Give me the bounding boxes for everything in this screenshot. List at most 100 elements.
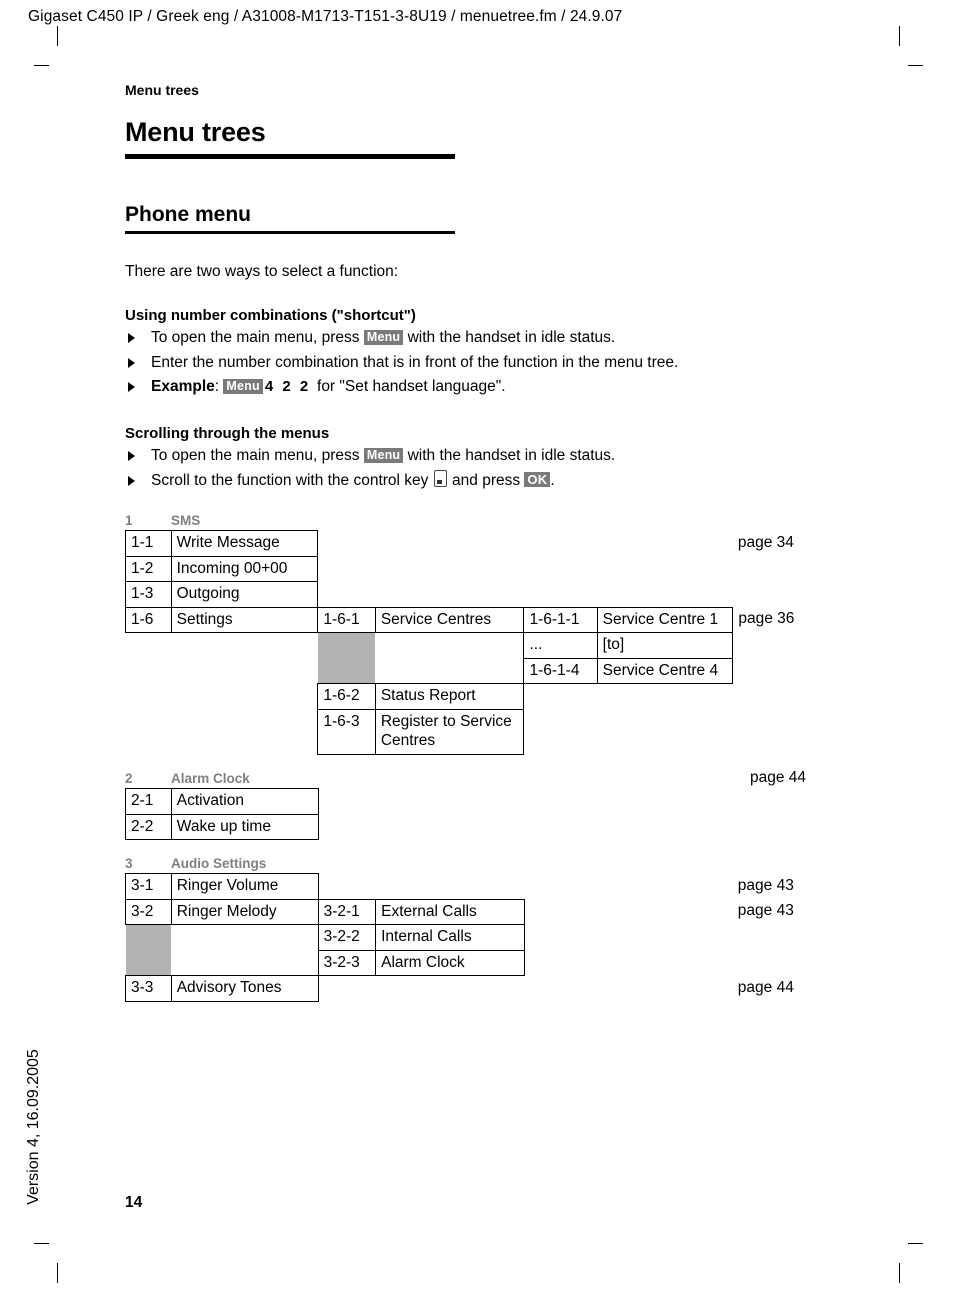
table-row[interactable]: 1-3 Outgoing	[125, 581, 825, 608]
empty-cell	[319, 788, 377, 814]
empty-cell	[376, 814, 525, 840]
page-reference	[733, 950, 825, 976]
empty-cell	[375, 556, 524, 582]
submenu-code: 1-6-1	[317, 606, 376, 634]
table-row[interactable]: 1-6 Settings 1-6-1 Service Centres 1-6-1…	[125, 606, 825, 634]
triangle-bullet-icon	[128, 333, 135, 344]
example-colon: :	[214, 378, 224, 396]
section-number: 1	[125, 513, 133, 529]
crop-mark-top-right-h	[908, 65, 923, 66]
scrolling-bullet-list: To open the main menu, press Menu with t…	[125, 444, 825, 493]
page-reference	[733, 925, 825, 951]
crop-mark-top-right	[899, 26, 900, 46]
triangle-bullet-icon	[128, 451, 135, 462]
page-reference	[733, 582, 825, 608]
gray-spacer-cell	[125, 924, 172, 976]
empty-cell	[171, 658, 318, 684]
empty-cell	[318, 874, 376, 900]
empty-cell	[598, 899, 733, 925]
control-key-icon[interactable]	[433, 469, 447, 487]
triangle-bullet-icon	[128, 382, 135, 393]
menu-code: 3-1	[125, 873, 172, 900]
submenu-code: 3-2-1	[317, 898, 377, 926]
gray-spacer-cell	[317, 632, 376, 684]
table-row[interactable]: 1-1 Write Message page 34	[125, 530, 825, 557]
submenu-code: 1-6-2	[317, 683, 376, 710]
menu-key-badge[interactable]: Menu	[363, 448, 404, 464]
shortcut-bullet-list: To open the main menu, press Menu with t…	[125, 326, 825, 399]
section-number: 2	[125, 770, 133, 786]
menu-label: Ringer Volume	[170, 873, 319, 900]
running-head: Menu trees	[125, 82, 199, 98]
empty-cell	[525, 788, 598, 814]
menu-key-badge[interactable]: Menu	[223, 379, 263, 395]
table-row[interactable]: 1-6-2 Status Report	[126, 683, 825, 710]
example-label: Example	[151, 378, 215, 396]
empty-cell	[375, 633, 524, 684]
empty-cell	[376, 976, 525, 1002]
empty-cell	[598, 788, 734, 814]
empty-cell	[171, 709, 318, 754]
empty-cell	[318, 976, 376, 1002]
section-page-ref: page 44	[750, 768, 807, 786]
subsubmenu-label: Service Centre 1	[596, 606, 734, 634]
intro-paragraph: There are two ways to select a function:	[125, 262, 399, 280]
empty-cell	[171, 684, 318, 710]
page-reference: page 43	[737, 902, 794, 920]
table-row[interactable]: 3-3 Advisory Tones page 44	[125, 975, 825, 1002]
empty-cell	[171, 633, 318, 659]
triangle-bullet-icon	[128, 357, 135, 368]
empty-cell	[524, 976, 597, 1002]
scrolling-heading: Scrolling through the menus	[125, 424, 330, 442]
submenu-label: Service Centres	[374, 606, 525, 634]
empty-cell	[525, 814, 598, 840]
menu-label: Outgoing	[170, 581, 319, 608]
section-name: Alarm Clock	[171, 770, 250, 786]
menu-code: 2-2	[125, 813, 172, 841]
version-sidebar-text: Version 4, 16.09.2005	[25, 1049, 42, 1205]
menu-code: 3-3	[125, 975, 172, 1002]
page-reference: page 44	[737, 978, 794, 996]
bullet-text-mid: and press	[447, 471, 525, 489]
menu-label: Incoming 00+00	[170, 555, 319, 583]
page-reference: page 36	[738, 610, 795, 628]
empty-cell	[598, 976, 733, 1002]
page-reference	[733, 684, 825, 710]
empty-cell	[318, 582, 375, 608]
menu-label: Settings	[170, 606, 319, 634]
empty-cell	[376, 788, 525, 814]
submenu-label: External Calls	[375, 898, 525, 926]
page-content: Menu trees Phone menu There are two ways…	[125, 117, 826, 1002]
shortcut-heading: Using number combinations ("shortcut")	[125, 306, 416, 324]
page-title: Menu trees	[125, 117, 266, 147]
empty-cell	[597, 684, 733, 710]
table-row[interactable]: 3-1 Ringer Volume page 43	[125, 873, 825, 900]
section-name: Audio Settings	[171, 856, 267, 872]
page-reference: page 34	[737, 533, 794, 551]
table-row[interactable]: ... [to]	[126, 632, 825, 684]
list-item: To open the main menu, press Menu with t…	[125, 326, 825, 350]
ok-key-badge[interactable]: OK	[524, 471, 551, 487]
menu-code: 1-3	[125, 581, 172, 608]
list-item: Scroll to the function with the control …	[125, 469, 825, 493]
empty-cell	[597, 531, 733, 557]
table-row[interactable]: 3-2-2 Internal Calls	[125, 924, 825, 976]
submenu-label: Status Report	[374, 683, 525, 710]
table-row[interactable]: 2-2 Wake up time	[125, 813, 826, 841]
table-row[interactable]: 2-1 Activation	[125, 787, 826, 815]
menu-key-badge[interactable]: Menu	[363, 330, 404, 346]
bullet-text-prefix: Enter the number combination that is in …	[151, 353, 679, 371]
empty-cell	[375, 582, 524, 608]
table-row[interactable]: 1-2 Incoming 00+00	[125, 555, 825, 583]
table-row[interactable]: 1-6-3 Register to Service Centres	[126, 708, 825, 755]
submenu-label: Register to Service Centres	[374, 708, 525, 755]
empty-cell	[524, 950, 597, 976]
empty-cell	[318, 556, 375, 582]
empty-cell	[171, 925, 318, 976]
table-row[interactable]: 3-2 Ringer Melody 3-2-1 External Calls p…	[125, 898, 825, 926]
empty-cell	[524, 531, 597, 557]
crop-mark-top-left	[57, 26, 58, 46]
empty-cell	[598, 925, 733, 951]
